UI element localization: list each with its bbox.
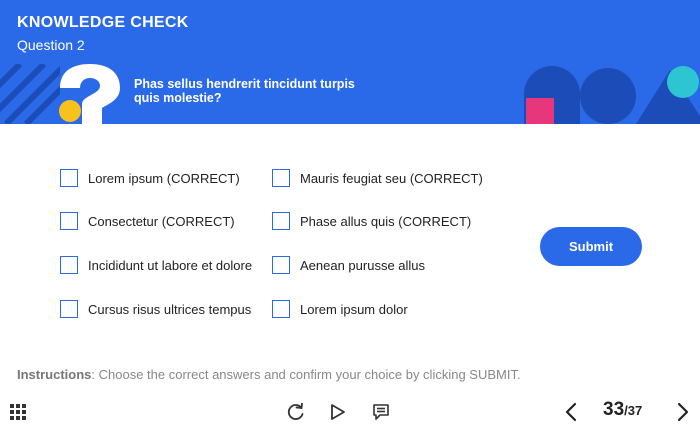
checkbox[interactable] <box>60 169 78 187</box>
checkbox[interactable] <box>60 300 78 318</box>
option-label: Incididunt ut labore et dolore <box>88 257 253 273</box>
play-icon[interactable] <box>328 402 348 422</box>
option-label: Lorem ipsum dolor <box>300 301 408 317</box>
answer-option[interactable]: Incididunt ut labore et dolore <box>60 255 252 275</box>
replay-icon[interactable] <box>286 402 306 422</box>
shapes-decoration-icon <box>524 66 700 124</box>
option-label: Mauris feugiat seu (CORRECT) <box>300 170 483 186</box>
checkbox[interactable] <box>272 300 290 318</box>
page-total: 37 <box>627 403 643 418</box>
transcript-icon[interactable] <box>371 402 391 422</box>
header-title: KNOWLEDGE CHECK <box>17 14 189 31</box>
instructions: Instructions: Choose the correct answers… <box>17 367 521 382</box>
checkbox[interactable] <box>272 169 290 187</box>
submit-button[interactable]: Submit <box>540 227 642 266</box>
previous-icon[interactable] <box>561 400 581 424</box>
page-counter: 33/37 <box>603 399 642 421</box>
instructions-label: Instructions <box>17 367 92 382</box>
answer-option[interactable]: Lorem ipsum (CORRECT) <box>60 168 240 188</box>
question-number: Question 2 <box>17 37 85 53</box>
next-icon[interactable] <box>673 400 693 424</box>
question-text: Phas sellus hendrerit tincidunt turpis q… <box>134 77 355 105</box>
option-label: Cursus risus ultrices tempus <box>88 301 252 317</box>
stripes-decoration-icon <box>0 64 60 124</box>
instructions-text: : Choose the correct answers and confirm… <box>91 367 521 382</box>
checkbox[interactable] <box>60 256 78 274</box>
answer-option[interactable]: Consectetur (CORRECT) <box>60 211 235 231</box>
option-label: Phase allus quis (CORRECT) <box>300 213 472 229</box>
grid-menu-icon[interactable] <box>8 402 28 422</box>
page-current: 33 <box>603 399 625 420</box>
answer-option[interactable]: Aenean purusse allus <box>272 255 425 275</box>
checkbox[interactable] <box>60 212 78 230</box>
option-label: Aenean purusse allus <box>300 257 426 273</box>
option-label: Lorem ipsum (CORRECT) <box>88 170 240 186</box>
question-mark-icon <box>59 64 120 124</box>
checkbox[interactable] <box>272 256 290 274</box>
option-label: Consectetur (CORRECT) <box>88 213 235 229</box>
question-header: KNOWLEDGE CHECK Question 2 Phas sellus h… <box>0 0 700 124</box>
answer-option[interactable]: Phase allus quis (CORRECT) <box>272 211 471 231</box>
answer-option[interactable]: Mauris feugiat seu (CORRECT) <box>272 168 483 188</box>
checkbox[interactable] <box>272 212 290 230</box>
answer-option[interactable]: Cursus risus ultrices tempus <box>60 299 251 319</box>
answer-option[interactable]: Lorem ipsum dolor <box>272 299 408 319</box>
